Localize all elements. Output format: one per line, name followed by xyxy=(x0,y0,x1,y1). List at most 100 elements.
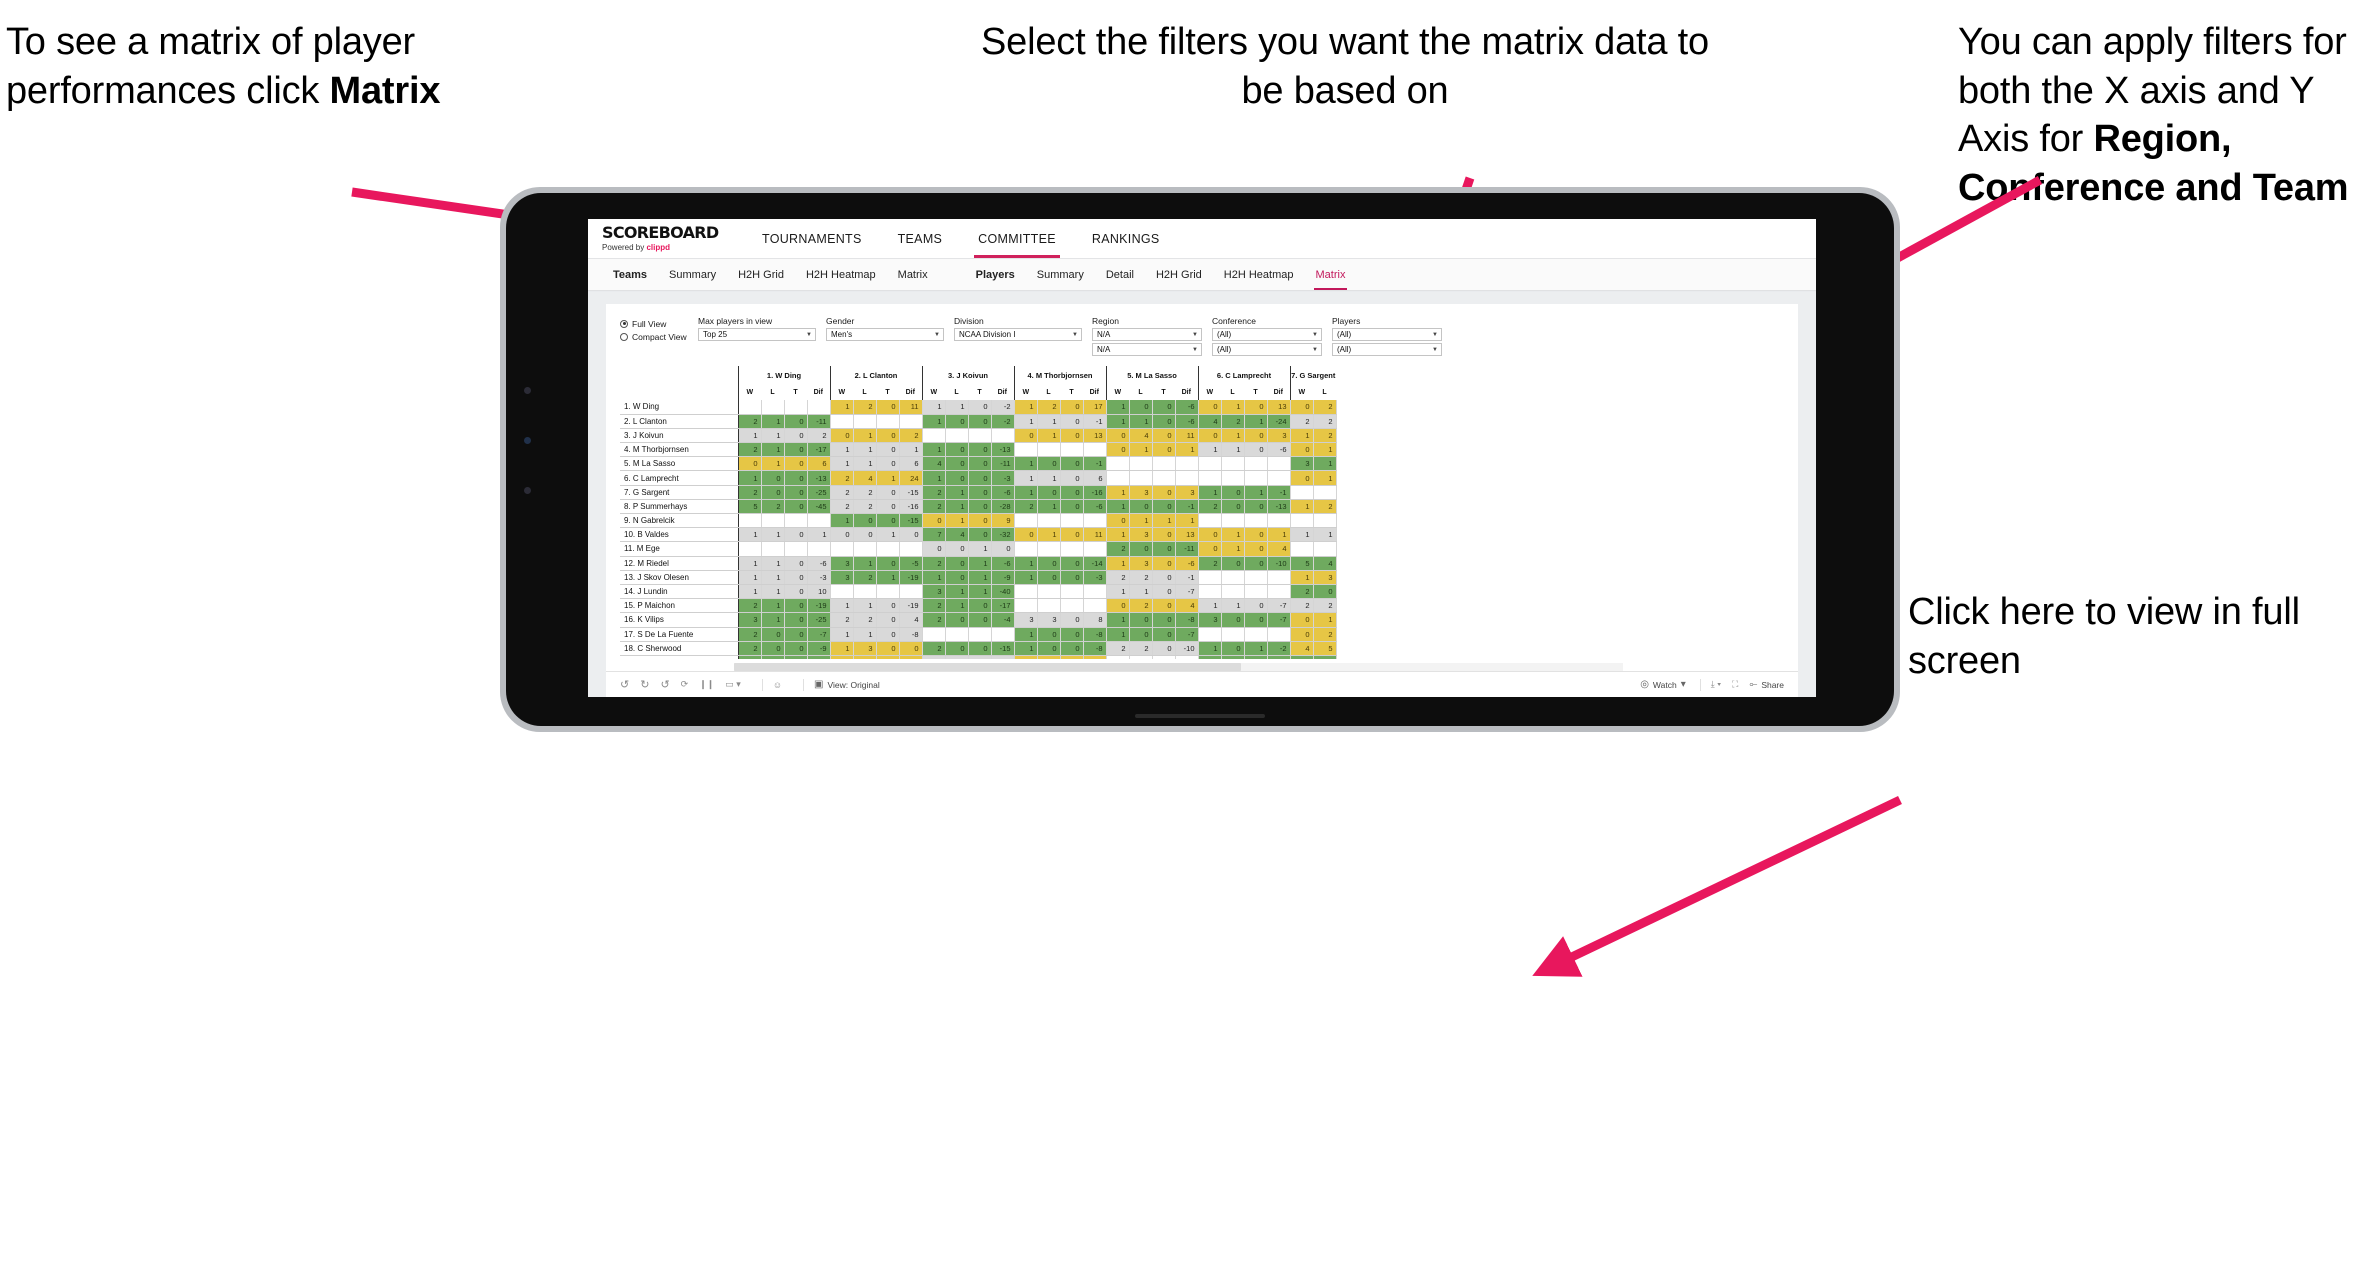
matrix-cell[interactable]: -9 xyxy=(807,641,831,656)
matrix-cell[interactable]: -8 xyxy=(1083,641,1107,656)
matrix-cell[interactable]: 6 xyxy=(807,456,831,472)
matrix-cell[interactable]: 0 xyxy=(853,513,877,529)
nav-teams[interactable]: TEAMS xyxy=(880,220,961,258)
matrix-cell[interactable]: -13 xyxy=(1267,499,1291,515)
matrix-cell[interactable] xyxy=(1313,541,1337,557)
matrix-cell[interactable]: 1 xyxy=(1244,414,1268,429)
radio-full-view[interactable]: Full View xyxy=(620,317,698,330)
matrix-cell[interactable] xyxy=(1221,470,1245,486)
matrix-cell[interactable]: 3 xyxy=(1197,612,1222,628)
matrix-cell[interactable] xyxy=(1221,513,1245,529)
matrix-cell[interactable] xyxy=(1037,541,1061,557)
matrix-cell[interactable] xyxy=(921,428,946,444)
matrix-cell[interactable] xyxy=(1060,584,1084,600)
matrix-cell[interactable]: 0 xyxy=(1060,612,1084,628)
matrix-cell[interactable]: -15 xyxy=(899,485,923,500)
matrix-cell[interactable]: 0 xyxy=(991,541,1015,557)
matrix-cell[interactable]: 11 xyxy=(1083,527,1107,543)
matrix-cell[interactable]: 0 xyxy=(876,442,900,458)
matrix-cell[interactable]: 0 xyxy=(1152,612,1176,628)
matrix-cell[interactable]: -7 xyxy=(1267,598,1291,614)
matrix-cell[interactable]: 1 xyxy=(921,655,946,659)
filter-conference-select-x[interactable]: (All) ▼ xyxy=(1212,328,1322,341)
matrix-cell[interactable] xyxy=(1129,470,1153,486)
matrix-cell[interactable]: 1 xyxy=(1105,627,1130,642)
matrix-cell[interactable]: -14 xyxy=(1083,556,1107,571)
matrix-cell[interactable]: 0 xyxy=(1289,627,1314,642)
matrix-cell[interactable]: 0 xyxy=(968,513,992,529)
matrix-cell[interactable] xyxy=(737,513,762,529)
matrix-cell[interactable]: 1 xyxy=(1197,442,1222,458)
matrix-cell[interactable]: 2 xyxy=(829,612,854,628)
matrix-cell[interactable]: 1 xyxy=(968,556,992,571)
matrix-cell[interactable]: 0 xyxy=(968,442,992,458)
matrix-cell[interactable]: 1 xyxy=(968,655,992,659)
matrix-cell[interactable]: -27 xyxy=(807,655,831,659)
matrix-cell[interactable] xyxy=(991,627,1015,642)
matrix-cell[interactable]: -16 xyxy=(1267,655,1291,659)
matrix-cell[interactable]: 3 xyxy=(1175,485,1199,500)
matrix-cell[interactable]: 0 xyxy=(876,655,900,659)
matrix-cell[interactable]: 0 xyxy=(1037,456,1061,472)
matrix-cell[interactable] xyxy=(1289,541,1314,557)
matrix-cell[interactable]: 4 xyxy=(853,470,877,486)
matrix-cell[interactable]: 1 xyxy=(945,584,969,600)
matrix-cell[interactable]: 0 xyxy=(1197,541,1222,557)
matrix-cell[interactable]: 1 xyxy=(1105,556,1130,571)
matrix-cell[interactable]: 0 xyxy=(1152,527,1176,543)
matrix-cell[interactable]: 1 xyxy=(1013,485,1038,500)
matrix-cell[interactable] xyxy=(1105,456,1130,472)
matrix-cell[interactable]: 1 xyxy=(921,570,946,585)
matrix-cell[interactable] xyxy=(829,584,854,600)
matrix-cell[interactable]: 0 xyxy=(1060,641,1084,656)
matrix-cell[interactable]: 2 xyxy=(853,485,877,500)
matrix-cell[interactable]: 1 xyxy=(1105,584,1130,600)
matrix-cell[interactable] xyxy=(784,400,808,415)
matrix-cell[interactable]: 0 xyxy=(899,641,923,656)
subnav-players-matrix[interactable]: Matrix xyxy=(1305,261,1357,290)
matrix-cell[interactable]: 2 xyxy=(899,428,923,444)
matrix-cell[interactable]: 2 xyxy=(1289,598,1314,614)
matrix-cell[interactable]: 1 xyxy=(1105,499,1130,515)
matrix-cell[interactable]: 0 xyxy=(1221,641,1245,656)
matrix-cell[interactable]: 8 xyxy=(1083,612,1107,628)
matrix-cell[interactable] xyxy=(945,627,969,642)
matrix-cell[interactable]: -10 xyxy=(1175,641,1199,656)
matrix-cell[interactable]: -6 xyxy=(1175,414,1199,429)
matrix-cell[interactable]: 1 xyxy=(1105,527,1130,543)
matrix-cell[interactable]: -19 xyxy=(899,598,923,614)
matrix-cell[interactable]: 1 xyxy=(1221,400,1245,415)
matrix-cell[interactable]: 3 xyxy=(853,641,877,656)
matrix-cell[interactable]: 2 xyxy=(853,570,877,585)
matrix-cell[interactable]: 1 xyxy=(1289,570,1314,585)
matrix-cell[interactable]: 0 xyxy=(876,499,900,515)
matrix-cell[interactable]: 0 xyxy=(784,570,808,585)
matrix-cell[interactable]: 0 xyxy=(876,400,900,415)
matrix-cell[interactable]: -17 xyxy=(807,442,831,458)
matrix-cell[interactable]: -1 xyxy=(991,655,1015,659)
matrix-cell[interactable]: 0 xyxy=(761,470,785,486)
matrix-cell[interactable]: 1 xyxy=(761,556,785,571)
matrix-cell[interactable]: 0 xyxy=(784,442,808,458)
matrix-cell[interactable]: 0 xyxy=(1221,499,1245,515)
matrix-cell[interactable]: 2 xyxy=(1221,414,1245,429)
matrix-cell[interactable]: -8 xyxy=(899,627,923,642)
matrix-cell[interactable]: -3 xyxy=(807,570,831,585)
filter-division-select[interactable]: NCAA Division I ▼ xyxy=(954,328,1082,341)
matrix-cell[interactable]: 0 xyxy=(784,556,808,571)
matrix-cell[interactable]: 2 xyxy=(1313,627,1337,642)
matrix-cell[interactable]: 0 xyxy=(921,513,946,529)
matrix-cell[interactable]: -1 xyxy=(1175,570,1199,585)
matrix-cell[interactable]: -11 xyxy=(991,456,1015,472)
matrix-cell[interactable]: 1 xyxy=(853,442,877,458)
matrix-cell[interactable]: 1 xyxy=(1313,442,1337,458)
matrix-cell[interactable]: 0 xyxy=(1060,456,1084,472)
matrix-cell[interactable]: 2 xyxy=(1129,598,1153,614)
matrix-cell[interactable]: 1 xyxy=(761,414,785,429)
matrix-cell[interactable]: 0 xyxy=(876,513,900,529)
subnav-teams-h2h-grid[interactable]: H2H Grid xyxy=(727,261,795,289)
matrix-cell[interactable]: 1 xyxy=(1244,641,1268,656)
matrix-cell[interactable]: 1 xyxy=(807,527,831,543)
matrix-cell[interactable] xyxy=(1037,513,1061,529)
matrix-cell[interactable]: 2 xyxy=(1221,655,1245,659)
